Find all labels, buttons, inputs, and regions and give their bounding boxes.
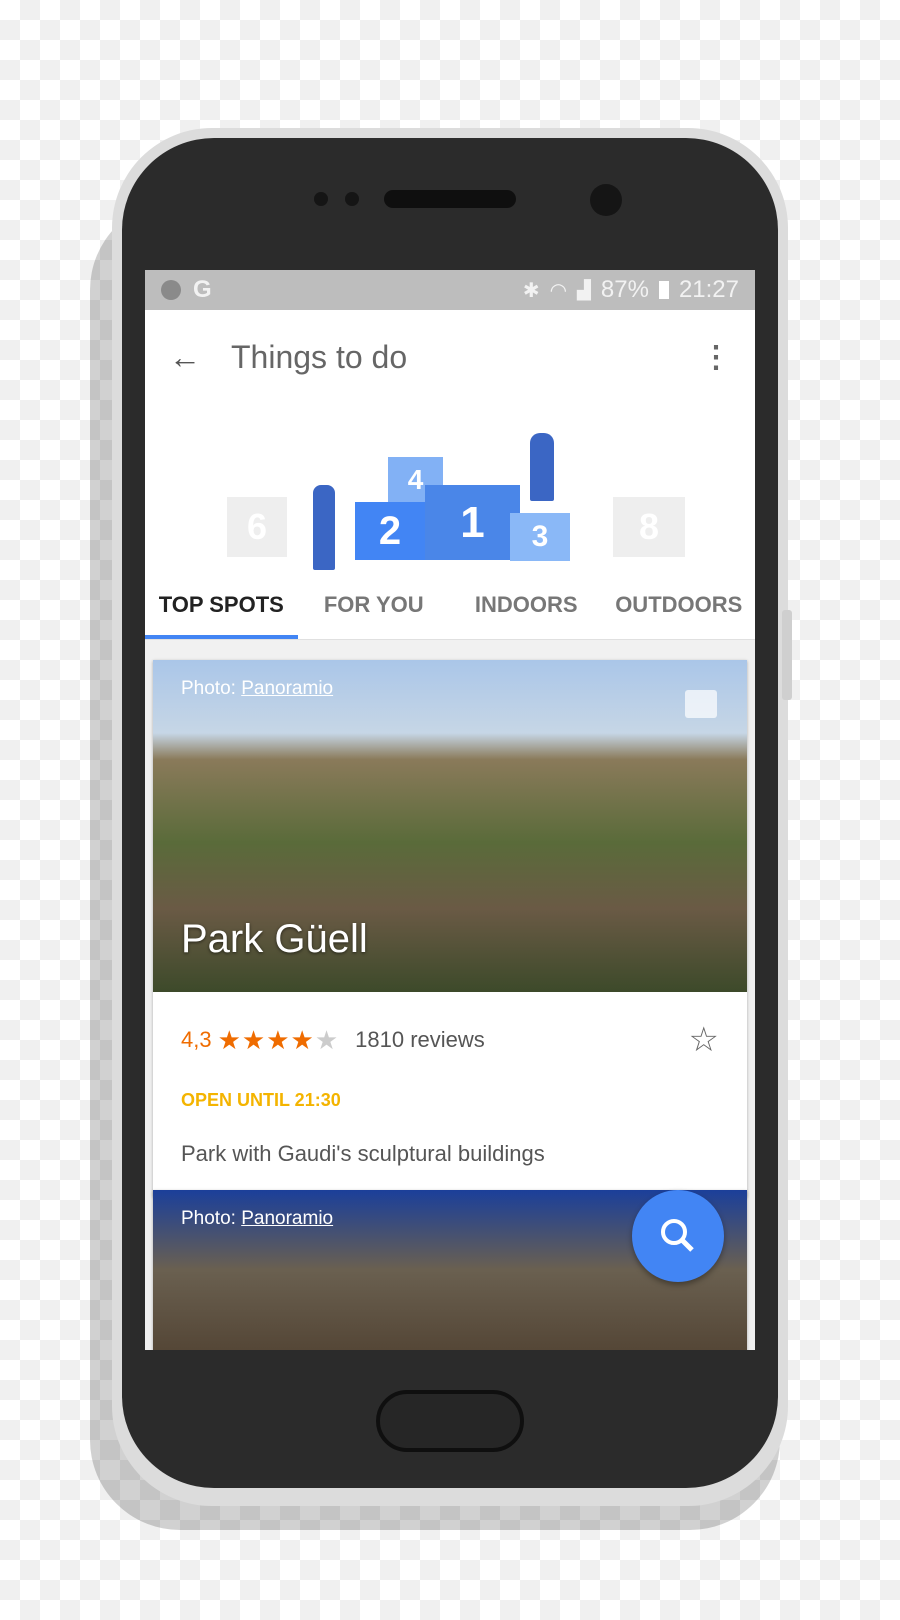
photo-credit: Photo: Panoramio	[181, 678, 333, 700]
sensor	[314, 192, 328, 206]
power-button	[782, 610, 792, 700]
podium-6: 6	[227, 497, 287, 557]
tab-for-you[interactable]: FOR YOU	[298, 575, 451, 639]
credit-link[interactable]: Panoramio	[241, 1208, 333, 1229]
front-camera	[590, 184, 622, 216]
wifi-icon: ◠	[549, 279, 568, 302]
tab-bar: TOP SPOTS FOR YOU INDOORS OUTDOORS	[145, 575, 755, 640]
screen: G ✱ ◠ ▟ 87% 21:27 ← Things to do ⋮ 6 4 2…	[145, 270, 755, 1350]
person-figure	[530, 433, 554, 501]
sensor	[345, 192, 359, 206]
place-title: Park Güell	[181, 917, 368, 961]
star-partial: ★	[314, 1024, 340, 1055]
tab-top-spots[interactable]: TOP SPOTS	[145, 575, 298, 639]
person-figure	[313, 485, 335, 570]
rating-value: 4,3	[181, 1027, 212, 1052]
tab-indoors[interactable]: INDOORS	[450, 575, 603, 639]
credit-prefix: Photo:	[181, 678, 242, 699]
search-button[interactable]	[632, 1190, 724, 1282]
review-count: 1810 reviews	[355, 1027, 485, 1052]
more-vert-icon[interactable]: ⋮	[701, 340, 731, 375]
podium-2: 2	[355, 502, 425, 560]
place-photo[interactable]: Photo: Panoramio Park Güell	[153, 660, 747, 992]
google-icon: G	[193, 276, 212, 303]
place-card[interactable]: Photo: Panoramio Park Güell 4,3 ★★★★★ 18…	[153, 660, 747, 1197]
download-done-icon	[161, 280, 181, 300]
home-button[interactable]	[376, 1390, 524, 1452]
credit-link[interactable]: Panoramio	[241, 678, 333, 699]
app-bar: ← Things to do ⋮	[145, 310, 755, 405]
bluetooth-icon: ✱	[522, 279, 540, 302]
hero-illustration: 6 4 2 1 3 8	[145, 405, 755, 575]
star-outline-icon[interactable]: ☆	[689, 1020, 719, 1060]
report-icon[interactable]	[685, 690, 717, 718]
battery-text: 87%	[600, 276, 649, 303]
signal-icon: ▟	[577, 279, 591, 300]
stars-filled: ★★★★	[217, 1024, 315, 1055]
page-title: Things to do	[231, 339, 408, 375]
place-description: Park with Gaudi's sculptural buildings	[181, 1141, 545, 1166]
podium-3: 3	[510, 513, 570, 561]
arrow-back-icon[interactable]: ←	[169, 339, 201, 376]
status-bar: G ✱ ◠ ▟ 87% 21:27	[145, 270, 755, 310]
podium-8: 8	[613, 497, 685, 557]
open-status: OPEN UNTIL 21:30	[181, 1090, 341, 1110]
battery-charging-icon	[658, 281, 669, 299]
photo-credit: Photo: Panoramio	[181, 1208, 333, 1230]
star-rating: ★★★★★	[218, 1025, 340, 1056]
search-icon	[661, 1219, 694, 1252]
podium-1: 1	[425, 485, 520, 560]
tab-outdoors[interactable]: OUTDOORS	[603, 575, 756, 639]
credit-prefix: Photo:	[181, 1208, 242, 1229]
earpiece	[384, 190, 516, 208]
clock: 21:27	[678, 276, 739, 303]
